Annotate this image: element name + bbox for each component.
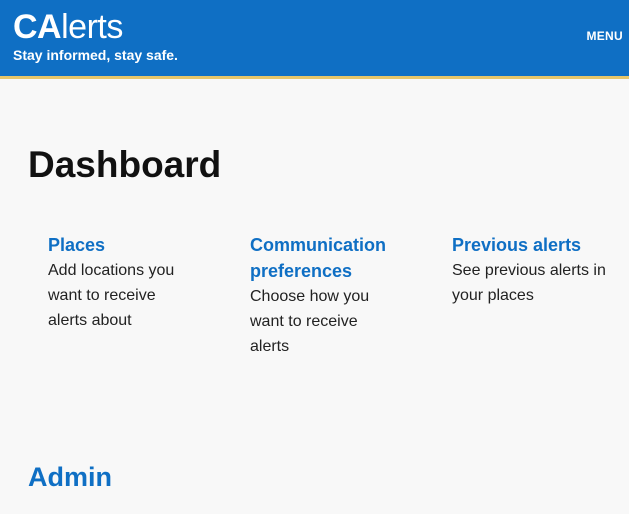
communication-preferences-link[interactable]: Communication preferences [250, 232, 400, 284]
admin-heading[interactable]: Admin [28, 459, 112, 495]
page-title: Dashboard [28, 144, 222, 185]
logo[interactable]: CAlerts [13, 9, 123, 45]
previous-alerts-card: Previous alerts See previous alerts in y… [452, 232, 612, 308]
communication-preferences-description: Choose how you want to receive alerts [250, 288, 370, 355]
previous-alerts-link[interactable]: Previous alerts [452, 232, 612, 258]
logo-bold-part: CA [13, 8, 62, 46]
tagline: Stay informed, stay safe. [13, 47, 178, 63]
previous-alerts-description: See previous alerts in your places [452, 262, 606, 304]
places-link[interactable]: Places [48, 232, 198, 258]
logo-light-part: lerts [61, 8, 123, 46]
communication-preferences-card: Communication preferences Choose how you… [250, 232, 400, 359]
places-card: Places Add locations you want to receive… [48, 232, 198, 333]
places-description: Add locations you want to receive alerts… [48, 262, 175, 329]
menu-button[interactable]: MENU [586, 29, 623, 43]
site-header: CAlerts Stay informed, stay safe. MENU [0, 0, 629, 79]
